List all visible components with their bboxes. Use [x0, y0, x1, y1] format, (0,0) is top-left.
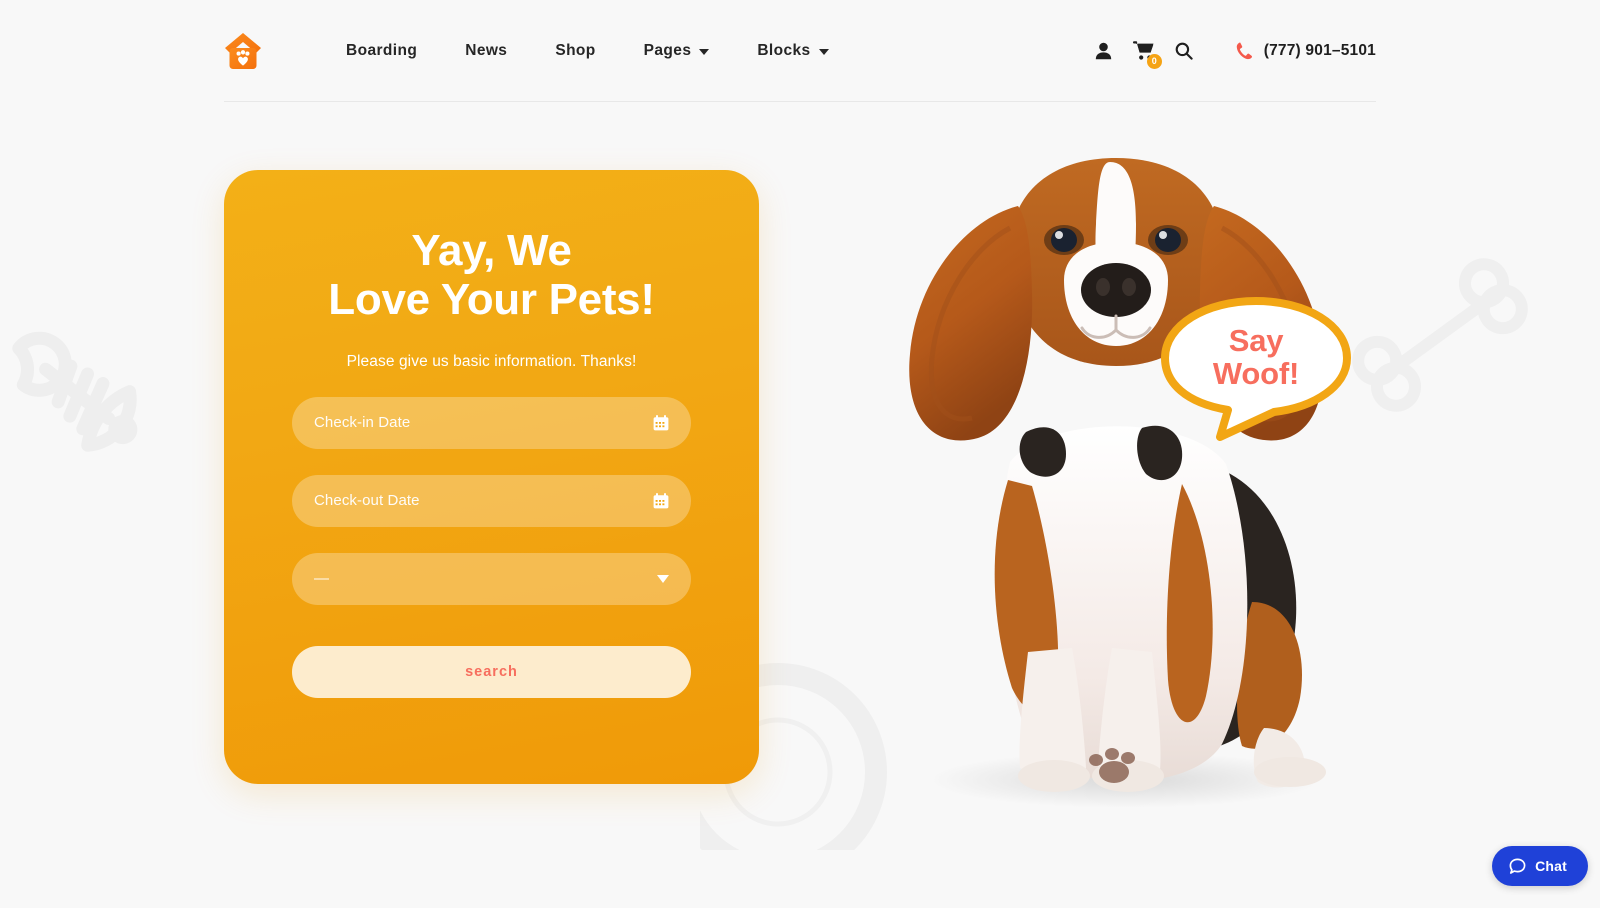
form-subtitle: Please give us basic information. Thanks…	[346, 352, 637, 370]
main-navigation: Boarding News Shop Pages Blocks	[336, 42, 853, 60]
check-in-date-placeholder: Check-in Date	[314, 414, 411, 432]
nav-label: Shop	[555, 41, 596, 59]
nav-item-shop[interactable]: Shop	[531, 42, 619, 60]
calendar-icon[interactable]	[653, 492, 669, 509]
nav-item-news[interactable]: News	[441, 42, 531, 60]
beagle-puppy-photo	[860, 132, 1380, 832]
nav-label: News	[465, 41, 508, 59]
chevron-down-icon	[699, 48, 710, 55]
speech-bubble-text: Say Woof!	[1158, 324, 1354, 391]
chat-bubble-icon	[1509, 858, 1526, 874]
pet-type-selected-value: —	[314, 570, 330, 588]
check-out-date-input[interactable]: Check-out Date	[292, 474, 691, 527]
bubble-line-2: Woof!	[1212, 356, 1300, 392]
check-out-date-placeholder: Check-out Date	[314, 492, 420, 510]
chevron-down-icon[interactable]	[657, 574, 669, 583]
nav-item-pages[interactable]: Pages	[620, 42, 734, 60]
title-line-2: Love Your Pets!	[328, 275, 655, 325]
nav-label: Pages	[643, 41, 692, 59]
check-in-date-input[interactable]: Check-in Date	[292, 396, 691, 449]
cart-button[interactable]: 0	[1124, 31, 1164, 71]
page-title: Yay, We Love Your Pets!	[292, 226, 691, 325]
search-icon	[1175, 42, 1193, 60]
chat-widget-button[interactable]: Chat	[1492, 846, 1588, 886]
user-icon	[1096, 42, 1112, 59]
chat-label: Chat	[1535, 858, 1567, 874]
page-root: Boarding News Shop Pages Blocks 0 (777) …	[0, 0, 1600, 908]
cart-count-badge: 0	[1146, 53, 1162, 69]
house-paw-logo-icon[interactable]	[224, 31, 262, 71]
phone-number: (777) 901–5101	[1263, 41, 1376, 59]
bubble-line-1: Say	[1228, 323, 1284, 358]
calendar-icon[interactable]	[653, 414, 669, 431]
nav-item-boarding[interactable]: Boarding	[336, 42, 441, 60]
chevron-down-icon	[818, 48, 829, 55]
booking-form-card: Yay, We Love Your Pets! Please give us b…	[224, 170, 759, 784]
nav-label: Blocks	[757, 41, 811, 59]
hero-section: Say Woof! Yay, We Love Your Pets! Please…	[0, 102, 1600, 908]
nav-label: Boarding	[346, 41, 418, 59]
phone-icon	[1236, 42, 1252, 59]
site-header: Boarding News Shop Pages Blocks 0 (777) …	[224, 0, 1376, 102]
pet-type-select[interactable]: —	[292, 552, 691, 605]
nav-item-blocks[interactable]: Blocks	[733, 42, 852, 60]
account-button[interactable]	[1084, 31, 1124, 71]
search-button[interactable]	[1164, 31, 1204, 71]
header-actions: 0 (777) 901–5101	[1084, 31, 1376, 71]
search-button[interactable]: search	[292, 645, 691, 698]
phone-link[interactable]: (777) 901–5101	[1236, 42, 1376, 60]
title-line-1: Yay, We	[411, 226, 572, 275]
speech-bubble: Say Woof!	[1158, 294, 1354, 444]
